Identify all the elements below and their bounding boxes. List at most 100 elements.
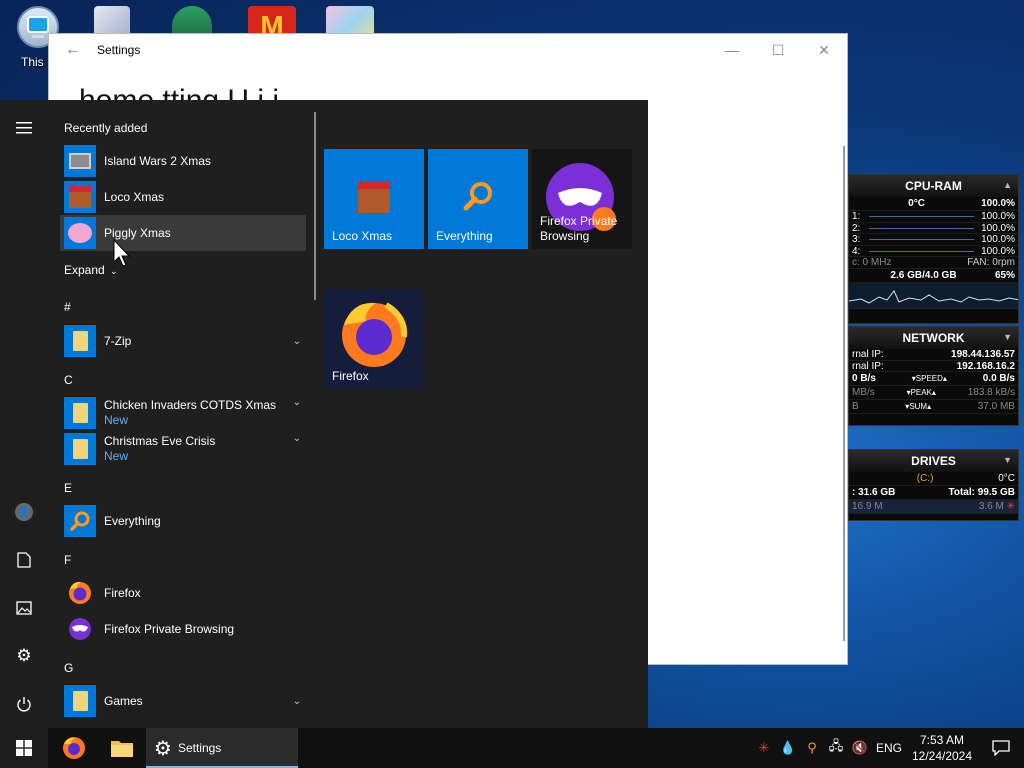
app-7-zip[interactable]: 7-Zip ⌄ [60,323,306,359]
folder-icon [64,685,96,717]
settings-scrollbar[interactable] [843,146,845,641]
app-name: Games [104,693,143,708]
drive-free: : 31.6 GB [852,487,896,498]
app-firefox[interactable]: Firefox [60,575,306,611]
core-pct: 100.0% [981,245,1015,257]
power-icon [17,697,31,712]
app-games[interactable]: Games ⌄ [60,683,306,719]
firefox-icon [63,737,85,759]
language-indicator[interactable]: ENG [872,741,906,755]
app-everything[interactable]: Everything [60,503,306,539]
core-label: 1: [852,211,861,222]
cpu-ram-title: CPU-RAM [905,179,962,193]
taskbar-settings[interactable]: ⚙ Settings [146,728,298,768]
core-pct: 100.0% [981,222,1015,234]
sum-label: SUM [909,402,928,411]
recently-added-heading: Recently added [64,121,148,135]
action-center-button[interactable] [978,728,1024,768]
chevron-down-icon[interactable]: ⌄ [288,397,306,408]
user-account-button[interactable]: 👤 [0,492,48,532]
chevron-down-icon[interactable]: ⌄ [288,336,306,347]
start-button[interactable] [0,728,48,768]
app-name: Christmas Eve Crisis [104,434,216,448]
download-sum: B [852,401,859,412]
core-pct: 100.0% [981,234,1015,245]
minimize-button[interactable]: — [709,34,755,66]
app-list[interactable]: Recently added Island Wars 2 Xmas Loco X… [48,100,312,728]
app-christmas-eve-crisis[interactable]: Christmas Eve Crisis New ⌄ [60,431,306,467]
cpu-freq: c: 0 MHz [852,257,892,268]
tile-everything[interactable]: Everything [428,149,528,249]
app-name: Island Wars 2 Xmas [104,153,211,168]
folder-icon [111,741,133,757]
search-magnifier-icon[interactable]: ⚲ [800,728,824,768]
close-button[interactable]: ✕ [801,34,847,66]
app-name: Everything [104,513,161,528]
drives-gadget: DRIVES ▼ (C:) 0°C : 31.6 GB Total: 99.5 … [848,449,1019,521]
network-shield-icon[interactable]: ✳ [752,728,776,768]
section-letter[interactable]: F [64,553,71,567]
app-island-wars-2-xmas[interactable]: Island Wars 2 Xmas [60,143,306,179]
back-arrow-icon[interactable]: ← [49,41,97,59]
documents-button[interactable] [0,540,48,580]
fan-speed: FAN: 0rpm [967,257,1015,268]
picture-icon [16,601,32,615]
tile-loco-xmas[interactable]: Loco Xmas [324,149,424,249]
drive-temp: 0°C [998,473,1015,484]
ram-graph [849,282,1018,309]
app-firefox-private-browsing[interactable]: Firefox Private Browsing [60,611,306,647]
drive-read: 16.9 M [852,501,883,512]
drop-icon[interactable]: 💧 [776,728,800,768]
section-letter[interactable]: G [64,661,73,675]
chevron-down-icon[interactable]: ⌄ [288,696,306,707]
gadget-header: NETWORK ▼ [849,327,1018,349]
taskbar-app-label: Settings [177,741,222,755]
core-label: 4: [852,245,861,257]
taskbar-file-explorer[interactable] [98,728,146,768]
gear-icon: ⚙ [154,737,172,760]
pictures-button[interactable] [0,588,48,628]
app-name: Piggly Xmas [104,225,171,240]
taskbar-firefox[interactable] [50,728,98,768]
firefox-private-icon [64,613,96,645]
hamburger-menu-button[interactable] [0,108,48,148]
app-loco-xmas[interactable]: Loco Xmas [60,179,306,215]
loco-xmas-icon [358,181,390,213]
windows-logo-icon [16,740,32,756]
app-piggly-xmas[interactable]: Piggly Xmas [60,215,306,251]
network-icon[interactable]: 🖧 [824,728,848,768]
chevron-down-icon[interactable]: ▼ [1003,455,1012,465]
settings-button[interactable]: ⚙ [0,636,48,676]
app-name: Loco Xmas [104,189,165,204]
section-letter[interactable]: C [64,373,73,387]
new-badge: New [104,413,129,427]
chevron-down-icon[interactable]: ⌄ [288,433,306,444]
tile-label: Firefox Private Browsing [540,214,618,243]
power-button[interactable] [0,684,48,724]
app-chicken-invaders[interactable]: Chicken Invaders COTDS Xmas New ⌄ [60,395,306,431]
tile-firefox-private-browsing[interactable]: Firefox Private Browsing [532,149,632,249]
search-magnifier-icon [463,182,492,211]
download-speed: 0 B/s [852,373,876,384]
volume-muted-icon[interactable]: 🔇 [848,728,872,768]
ram-usage: 2.6 GB/4.0 GB [890,269,957,281]
chevron-down-icon[interactable]: ▼ [1003,332,1012,342]
clock-date: 12/24/2024 [911,749,973,763]
cpu-freq-row: c: 0 MHz FAN: 0rpm [849,257,1018,269]
drive-letter: (C:) [916,473,934,484]
cpu-temp: 0°C [908,198,925,209]
clock-time: 7:53 AM [919,733,965,747]
app-list-scrollbar[interactable] [314,112,316,300]
new-badge: New [104,449,129,463]
search-magnifier-icon [64,505,96,537]
piggly-xmas-icon [64,217,96,249]
clock[interactable]: 7:53 AM 12/24/2024 [906,732,978,764]
section-letter[interactable]: # [64,300,71,314]
collapse-arrow-icon[interactable]: ▲ [1003,180,1012,190]
tile-firefox[interactable]: Firefox [324,289,424,389]
section-letter[interactable]: E [64,481,72,495]
expand-label: Expand [64,263,105,277]
speed-label: SPEED [915,374,943,383]
maximize-button[interactable]: ☐ [755,34,801,66]
expand-button[interactable]: Expand ⌄ [64,263,118,277]
